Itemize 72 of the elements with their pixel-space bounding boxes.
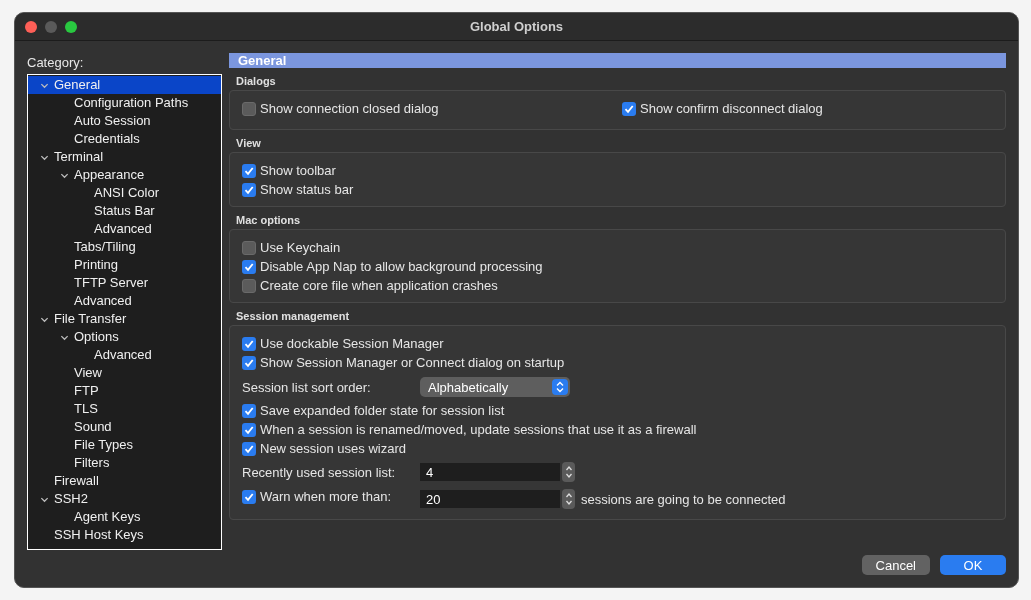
checkbox-label: Use dockable Session Manager (260, 336, 444, 351)
section-title: Mac options (236, 214, 301, 226)
checkbox-label: Show connection closed dialog (260, 101, 439, 116)
close-icon[interactable] (25, 20, 37, 33)
tree-item[interactable]: Firewall (28, 472, 221, 490)
tree-item[interactable]: Agent Keys (28, 508, 221, 526)
checkbox-label: When a session is renamed/moved, update sessions that use it as a firewall (260, 422, 697, 437)
number-field[interactable]: 20 (420, 490, 560, 508)
tree-item[interactable]: File Types (28, 436, 221, 454)
checkbox[interactable] (242, 403, 256, 418)
tree-item[interactable]: SSH2 (28, 490, 221, 508)
tree-item[interactable]: Credentials (28, 130, 221, 148)
tree-item[interactable]: Printing (28, 256, 221, 274)
tree-item[interactable]: Advanced (28, 292, 221, 310)
checkbox[interactable] (242, 278, 256, 293)
tree-item[interactable]: Sound (28, 418, 221, 436)
cancel-button[interactable]: Cancel (861, 555, 930, 575)
checkbox-label: Create core file when application crashes (260, 278, 498, 293)
checkbox-label: Warn when more than: (260, 489, 392, 504)
tree-item[interactable]: FTP (28, 382, 221, 400)
tree-item[interactable]: Filters (28, 454, 221, 472)
tree-item[interactable]: File Transfer (28, 310, 221, 328)
category-label: Category: (27, 54, 84, 70)
sort-order-dropdown[interactable]: Alphabetically (420, 377, 570, 397)
tree-item[interactable]: SSH Host Keys (28, 526, 221, 544)
section-title: Dialogs (236, 75, 276, 87)
checkbox-label: Disable App Nap to allow background processing (260, 259, 543, 274)
tree-item[interactable]: General (28, 76, 221, 94)
tree-item[interactable]: Advanced (28, 220, 221, 238)
stepper-icon[interactable] (562, 462, 575, 482)
checkbox[interactable] (242, 259, 256, 274)
checkbox-label: Show toolbar (260, 163, 336, 178)
checkbox[interactable] (242, 489, 256, 504)
checkbox-label: Show Session Manager or Connect dialog on startup (260, 355, 565, 370)
checkbox-label: Save expanded folder state for session list (260, 403, 505, 418)
checkbox[interactable] (242, 441, 256, 456)
tree-item[interactable]: Auto Session (28, 112, 221, 130)
stepper-icon[interactable] (562, 489, 575, 509)
checkbox-label: Show status bar (260, 182, 354, 197)
checkbox[interactable] (242, 336, 256, 351)
field-label: Session list sort order: (242, 379, 372, 395)
ok-button[interactable]: OK (940, 555, 1006, 575)
window-title: Global Options (469, 19, 564, 34)
tree-item[interactable]: Configuration Paths (28, 94, 221, 112)
number-field[interactable]: 4 (420, 463, 560, 481)
checkbox-label: Show confirm disconnect dialog (640, 101, 823, 116)
tree-item[interactable]: Options (28, 328, 221, 346)
checkbox[interactable] (622, 101, 636, 116)
checkbox[interactable] (242, 240, 256, 255)
tree-item[interactable]: TLS (28, 400, 221, 418)
page-header: General (229, 53, 1006, 68)
checkbox[interactable] (242, 163, 256, 178)
tree-item[interactable]: Appearance (28, 166, 221, 184)
checkbox[interactable] (242, 182, 256, 197)
tree-item[interactable]: ANSI Color (28, 184, 221, 202)
tree-item[interactable]: Status Bar (28, 202, 221, 220)
tree-item[interactable]: View (28, 364, 221, 382)
updown-icon (552, 379, 568, 395)
zoom-icon[interactable] (65, 20, 77, 33)
checkbox-label: New session uses wizard (260, 441, 406, 456)
checkbox[interactable] (242, 355, 256, 370)
section-title: View (236, 137, 261, 149)
tree-item[interactable]: Tabs/Tiling (28, 238, 221, 256)
checkbox[interactable] (242, 101, 256, 116)
tree-item[interactable]: Advanced (28, 346, 221, 364)
field-label: Recently used session list: (242, 464, 397, 480)
tree-item[interactable]: Terminal (28, 148, 221, 166)
section-title: Session management (236, 310, 350, 322)
checkbox-label: Use Keychain (260, 240, 341, 255)
field-suffix: sessions are going to be connected (581, 491, 786, 507)
checkbox[interactable] (242, 422, 256, 437)
tree-item[interactable]: TFTP Server (28, 274, 221, 292)
